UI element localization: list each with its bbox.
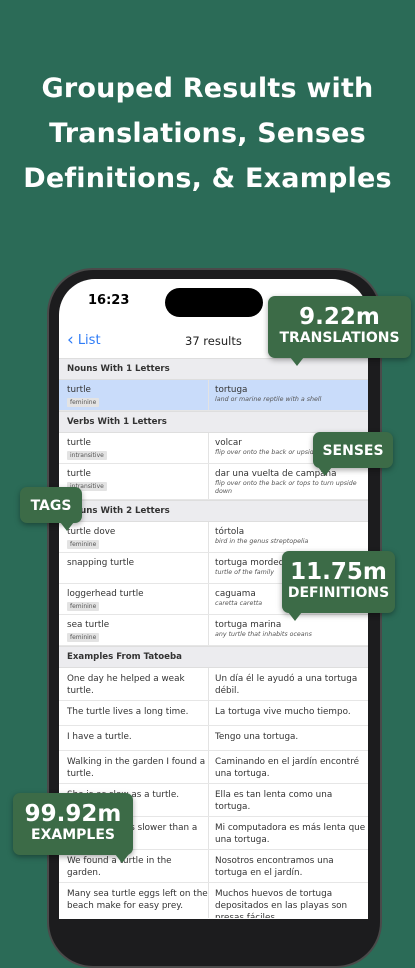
back-label: List xyxy=(77,333,101,348)
callout-tail xyxy=(288,612,302,621)
example-spanish: Nosotros encontramos una tortuga en el j… xyxy=(215,856,334,878)
word-text: sea turtle xyxy=(67,620,110,630)
result-row[interactable]: sea turtle feminine tortuga marina any turt… xyxy=(59,615,368,646)
example-spanish: Mi computadora es más lenta que una tort… xyxy=(215,823,366,845)
callout-tail xyxy=(318,467,332,476)
example-row[interactable]: The turtle lives a long time. La tortuga … xyxy=(59,701,368,726)
word-text: turtle dove xyxy=(67,527,116,537)
word-text: turtle xyxy=(67,438,91,448)
tag-badge: feminine xyxy=(67,633,100,642)
translation-cell: tortuga land or marine reptile with a she… xyxy=(209,380,368,410)
headline-line-1: Grouped Results with xyxy=(41,73,374,104)
headline: Grouped Results with Translations, Sense… xyxy=(0,66,415,201)
callout-senses: SENSES xyxy=(313,432,393,468)
tag-badge: intransitive xyxy=(67,451,107,460)
definition-text: land or marine reptile with a shell xyxy=(215,396,322,403)
example-english: The turtle lives a long time. xyxy=(59,701,209,725)
translations-label: TRANSLATIONS xyxy=(279,330,400,346)
callout-tail xyxy=(290,357,304,366)
callout-tail xyxy=(60,522,74,531)
word-cell: loggerhead turtle feminine xyxy=(59,584,209,614)
callout-definitions: 11.75m DEFINITIONS xyxy=(282,551,395,613)
word-text: loggerhead turtle xyxy=(67,589,144,599)
translations-count: 9.22m xyxy=(299,304,380,330)
word-cell: sea turtle feminine xyxy=(59,615,209,645)
back-button[interactable]: ‹ List xyxy=(67,330,101,350)
section-header: Examples From Tatoeba xyxy=(59,646,368,668)
example-row[interactable]: One day he helped a weak turtle. Un día é… xyxy=(59,668,368,701)
translation-cell: tórtola bird in the genus streptopelia xyxy=(209,522,368,552)
section-header: Nouns With 1 Letters xyxy=(59,358,368,380)
example-spanish: Un día él le ayudó a una tortuga débil. xyxy=(215,674,358,696)
examples-label: EXAMPLES xyxy=(31,827,115,843)
example-spanish: La tortuga vive mucho tiempo. xyxy=(215,707,351,717)
definition-text: bird in the genus streptopelia xyxy=(215,538,309,545)
section-header: Verbs With 1 Letters xyxy=(59,411,368,433)
word-cell: turtle dove feminine xyxy=(59,522,209,552)
section-header: Nouns With 2 Letters xyxy=(59,500,368,522)
example-spanish: Ella es tan lenta como una tortuga. xyxy=(215,790,333,812)
translation-text: tórtola xyxy=(215,527,245,537)
result-row[interactable]: turtle dove feminine tórtola bird in the ge… xyxy=(59,522,368,553)
example-english: I have a turtle. xyxy=(59,726,209,750)
senses-label: SENSES xyxy=(322,443,384,459)
dynamic-island xyxy=(165,288,263,317)
example-spanish: Tengo una tortuga. xyxy=(215,732,299,742)
example-row[interactable]: Many sea turtle eggs left on the beach m… xyxy=(59,883,368,918)
examples-count: 99.92m xyxy=(24,801,122,827)
callout-tail xyxy=(115,854,129,863)
headline-line-2: Translations, Senses xyxy=(49,118,366,149)
tag-badge: feminine xyxy=(67,540,100,549)
result-row[interactable]: turtle feminine tortuga land or marine rept… xyxy=(59,380,368,411)
callout-translations: 9.22m TRANSLATIONS xyxy=(268,296,411,358)
chevron-left-icon: ‹ xyxy=(67,330,74,350)
word-text: turtle xyxy=(67,469,91,479)
callout-tags: TAGS xyxy=(20,487,82,523)
translation-cell: dar una vuelta de campana flip over onto … xyxy=(209,464,368,499)
definition-text: flip over onto the back or tops to turn … xyxy=(215,480,357,495)
headline-line-3: Definitions, & Examples xyxy=(23,163,392,194)
translation-text: dar una vuelta de campana xyxy=(215,469,337,479)
word-cell: turtle feminine xyxy=(59,380,209,410)
status-time: 16:23 xyxy=(88,293,130,308)
example-english: Walking in the garden I found a turtle. xyxy=(59,751,209,783)
callout-examples: 99.92m EXAMPLES xyxy=(13,793,133,855)
definitions-label: DEFINITIONS xyxy=(287,585,390,601)
word-cell: snapping turtle xyxy=(59,553,209,583)
example-english: One day he helped a weak turtle. xyxy=(59,668,209,700)
translation-text: tortuga xyxy=(215,385,248,395)
word-cell: turtle intransitive xyxy=(59,433,209,463)
word-text: turtle xyxy=(67,385,91,395)
example-english: Many sea turtle eggs left on the beach m… xyxy=(59,883,209,918)
tag-badge: feminine xyxy=(67,398,100,407)
example-row[interactable]: I have a turtle. Tengo una tortuga. xyxy=(59,726,368,751)
example-row[interactable]: Walking in the garden I found a turtle. C… xyxy=(59,751,368,784)
tags-label: TAGS xyxy=(30,498,72,514)
example-spanish: Muchos huevos de tortuga depositados en … xyxy=(215,889,348,918)
word-text: snapping turtle xyxy=(67,558,135,568)
example-spanish: Caminando en el jardín encontré una tort… xyxy=(215,757,360,779)
definition-text: any turtle that inhabits oceans xyxy=(215,631,312,638)
tag-badge: feminine xyxy=(67,602,100,611)
results-count: 37 results xyxy=(185,334,242,348)
definitions-count: 11.75m xyxy=(290,559,387,585)
